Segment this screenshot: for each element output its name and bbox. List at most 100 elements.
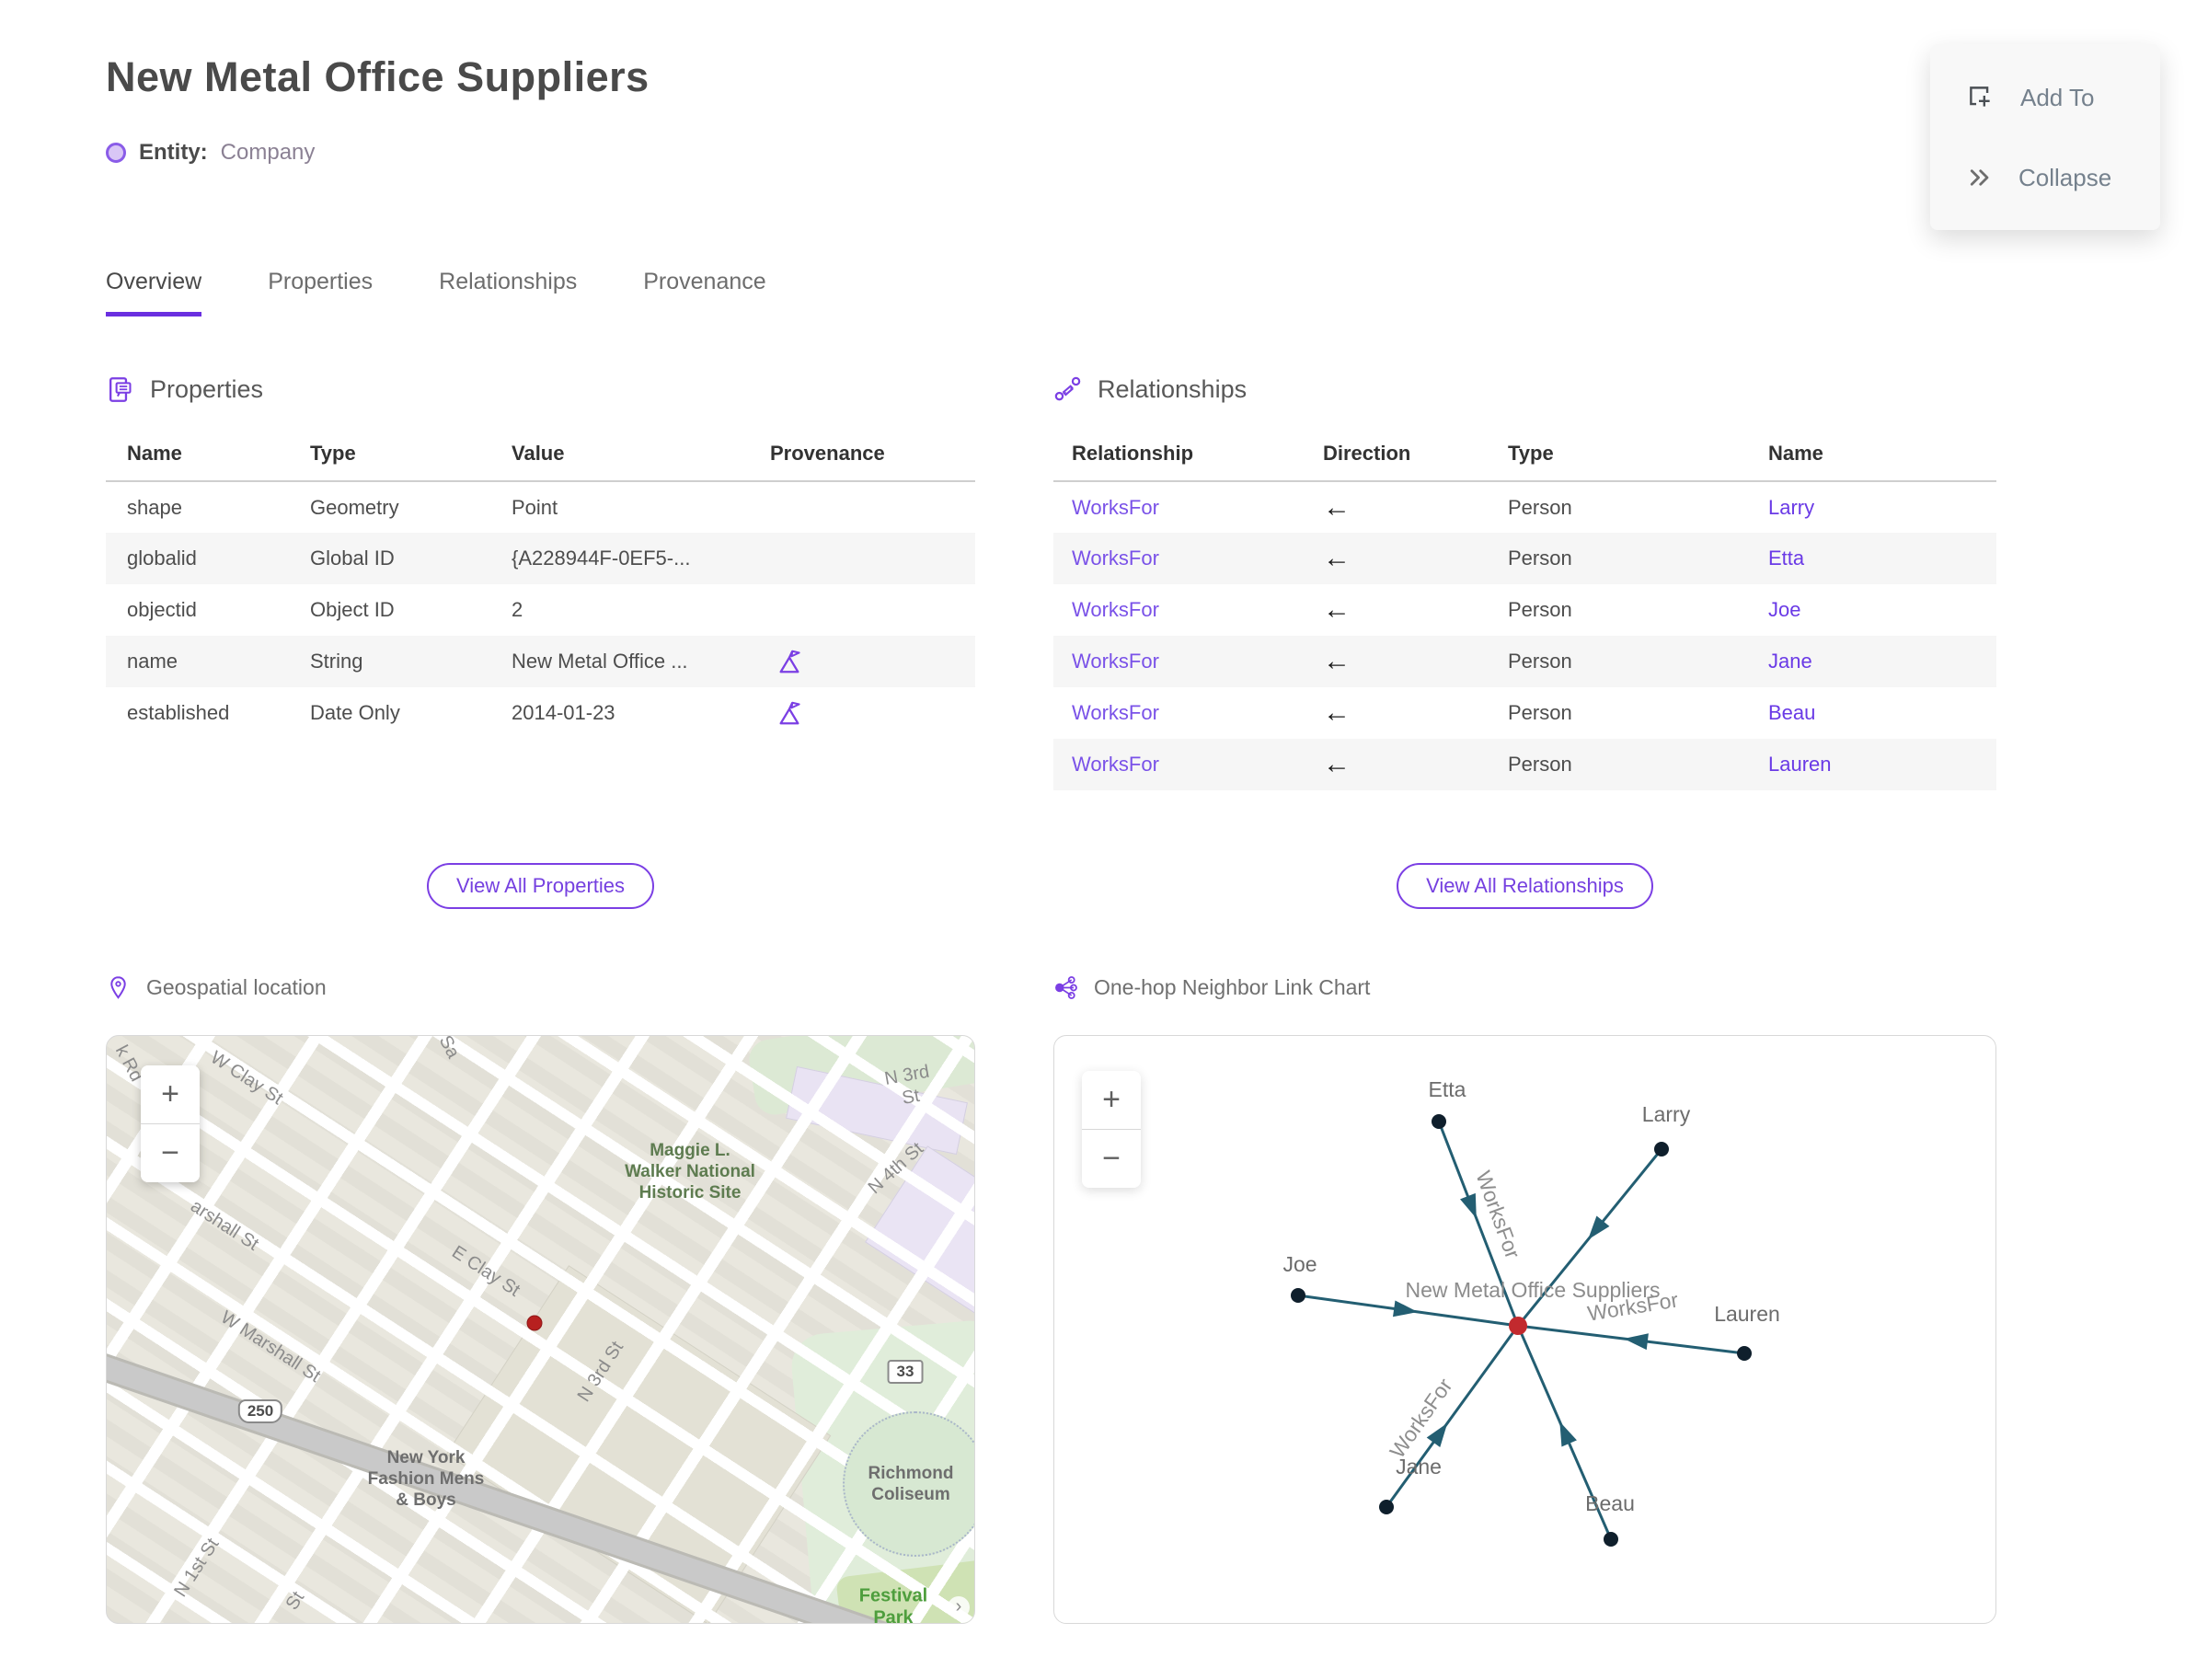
graph-node-label-etta: Etta xyxy=(1429,1077,1466,1101)
collapse-button[interactable]: Collapse xyxy=(1930,164,2160,192)
graph-node-jane[interactable] xyxy=(1379,1500,1394,1514)
column-header-value: Value xyxy=(512,431,770,482)
column-header-rel-type: Type xyxy=(1508,431,1768,482)
properties-section-header: Properties xyxy=(106,375,263,404)
link-chart-section-title: One-hop Neighbor Link Chart xyxy=(1094,975,1371,999)
tab-bar: Overview Properties Relationships Provenanc… xyxy=(106,269,766,316)
entity-name-link[interactable]: Jane xyxy=(1768,650,1812,673)
direction-arrow: ← xyxy=(1323,697,1351,728)
entity-name-link[interactable]: Beau xyxy=(1768,701,1815,724)
graph-node-beau[interactable] xyxy=(1604,1532,1618,1547)
relationship-row-jane: WorksFor ← Person Jane xyxy=(1053,636,1996,687)
relationships-section-title: Relationships xyxy=(1098,375,1248,403)
direction-arrow: ← xyxy=(1323,491,1351,523)
tab-relationships[interactable]: Relationships xyxy=(439,269,577,316)
property-row-globalid: globalid Global ID {A228944F-0EF5-... xyxy=(106,533,975,584)
graph-edge-Jane xyxy=(1385,1325,1520,1508)
relationship-link[interactable]: WorksFor xyxy=(1072,650,1159,673)
map-pin-icon xyxy=(110,976,126,999)
column-header-rel-name: Name xyxy=(1768,431,1996,482)
graph-edge-Lauren xyxy=(1517,1324,1745,1355)
entity-name-link[interactable]: Lauren xyxy=(1768,753,1832,776)
collapse-icon xyxy=(1970,169,1989,186)
relationship-link[interactable]: WorksFor xyxy=(1072,701,1159,724)
tab-properties[interactable]: Properties xyxy=(268,269,373,316)
add-to-button[interactable]: Add To xyxy=(1930,82,2160,113)
link-chart-canvas[interactable]: WorksFor WorksFor WorksFor Etta Larry Joe Laur… xyxy=(1053,1035,1996,1624)
column-header-direction: Direction xyxy=(1323,431,1508,482)
entity-name-link[interactable]: Larry xyxy=(1768,496,1814,519)
graph-center-node[interactable] xyxy=(1509,1317,1527,1335)
actions-panel: Add To Collapse xyxy=(1930,44,2160,230)
entity-row: Entity: Company xyxy=(106,140,315,166)
map-zoom-control: + − xyxy=(141,1065,200,1182)
collapse-label: Collapse xyxy=(2018,163,2112,191)
relationship-row-larry: WorksFor ← Person Larry xyxy=(1072,491,1815,523)
map-route-shields-layer: 250 33 xyxy=(107,1036,974,1623)
graph-node-etta[interactable] xyxy=(1432,1114,1446,1129)
entity-type-badge xyxy=(106,143,126,163)
relationship-link[interactable]: WorksFor xyxy=(1072,496,1159,519)
graph-node-label-beau: Beau xyxy=(1585,1491,1635,1515)
properties-header-row: Name Type Value Provenance xyxy=(106,431,975,482)
view-all-properties-button[interactable]: View All Properties xyxy=(426,863,654,909)
tab-provenance[interactable]: Provenance xyxy=(643,269,765,316)
property-row-name: name String New Metal Office ... xyxy=(106,636,975,687)
entity-label: Entity: xyxy=(139,140,208,165)
map-location-marker[interactable] xyxy=(526,1315,543,1331)
geospatial-section-title: Geospatial location xyxy=(146,975,327,999)
chart-zoom-control: + − xyxy=(1082,1071,1141,1188)
direction-arrow: ← xyxy=(1323,749,1351,779)
graph-node-label-lauren: Lauren xyxy=(1714,1302,1780,1326)
add-to-icon xyxy=(1970,86,1990,107)
map-zoom-out-button[interactable]: − xyxy=(141,1124,200,1182)
graph-node-label-jane: Jane xyxy=(1396,1455,1442,1479)
route-shield-33: 33 xyxy=(887,1360,924,1384)
column-header-type: Type xyxy=(310,431,512,482)
property-row-shape: shape Geometry Point xyxy=(127,495,558,519)
link-chart-section-header: One-hop Neighbor Link Chart xyxy=(1053,975,1370,1000)
relationship-row-lauren: WorksFor ← Person Lauren xyxy=(1053,739,1996,790)
graph-node-larry[interactable] xyxy=(1654,1142,1669,1156)
properties-table: Name Type Value Provenance shape Geometry… xyxy=(106,431,975,739)
graph-node-label-joe: Joe xyxy=(1282,1252,1317,1276)
direction-arrow: ← xyxy=(1323,594,1351,625)
edge-label-worksfor: WorksFor xyxy=(1471,1168,1524,1261)
entity-name-link[interactable]: Joe xyxy=(1768,598,1800,621)
relationship-link[interactable]: WorksFor xyxy=(1072,753,1159,776)
entity-name-link[interactable]: Etta xyxy=(1768,547,1804,570)
relationships-table: Relationship Direction Type Name WorksFo… xyxy=(1053,431,1996,790)
graph-center-node-label: New Metal Office Suppliers xyxy=(1406,1278,1661,1302)
route-shield-250: 250 xyxy=(237,1399,283,1423)
direction-arrow: ← xyxy=(1323,646,1351,676)
graph-node-joe[interactable] xyxy=(1291,1288,1305,1303)
relationship-link[interactable]: WorksFor xyxy=(1072,547,1159,570)
relationship-link[interactable]: WorksFor xyxy=(1072,598,1159,621)
properties-section-title: Properties xyxy=(150,375,264,403)
add-to-label: Add To xyxy=(2020,83,2095,111)
relationship-row-joe: WorksFor ← Person Joe xyxy=(1072,594,1801,625)
link-chart-icon xyxy=(1055,976,1077,999)
entity-detail-page: Add To Collapse New Metal Office Supplie… xyxy=(0,0,2208,1680)
map-attribution-toggle[interactable]: › xyxy=(948,1596,970,1618)
tab-overview[interactable]: Overview xyxy=(106,269,202,316)
relationships-icon xyxy=(1054,376,1081,401)
direction-arrow: ← xyxy=(1323,543,1351,573)
link-chart-graph: WorksForWorksForWorksForEttaLarryJoeLaur… xyxy=(1282,1077,1780,1547)
chart-zoom-in-button[interactable]: + xyxy=(1082,1071,1141,1129)
map-canvas[interactable]: k Rd W Clay St Sa arshall St E Clay St W Mars… xyxy=(106,1035,975,1624)
chart-zoom-out-button[interactable]: − xyxy=(1082,1130,1141,1188)
provenance-flag-icon[interactable] xyxy=(776,648,803,675)
graph-node-lauren[interactable] xyxy=(1737,1346,1752,1361)
page-title: New Metal Office Suppliers xyxy=(106,53,650,100)
map-zoom-in-button[interactable]: + xyxy=(141,1065,200,1123)
column-header-name: Name xyxy=(106,431,310,482)
properties-icon xyxy=(109,377,132,402)
view-all-relationships-button[interactable]: View All Relationships xyxy=(1397,863,1653,909)
entity-type-value: Company xyxy=(220,140,316,165)
column-header-provenance: Provenance xyxy=(770,431,975,482)
relationships-section-header: Relationships xyxy=(1053,375,1247,404)
relationship-row-etta: WorksFor ← Person Etta xyxy=(1053,533,1996,584)
provenance-flag-icon[interactable] xyxy=(776,699,803,727)
column-header-relationship: Relationship xyxy=(1053,431,1323,482)
